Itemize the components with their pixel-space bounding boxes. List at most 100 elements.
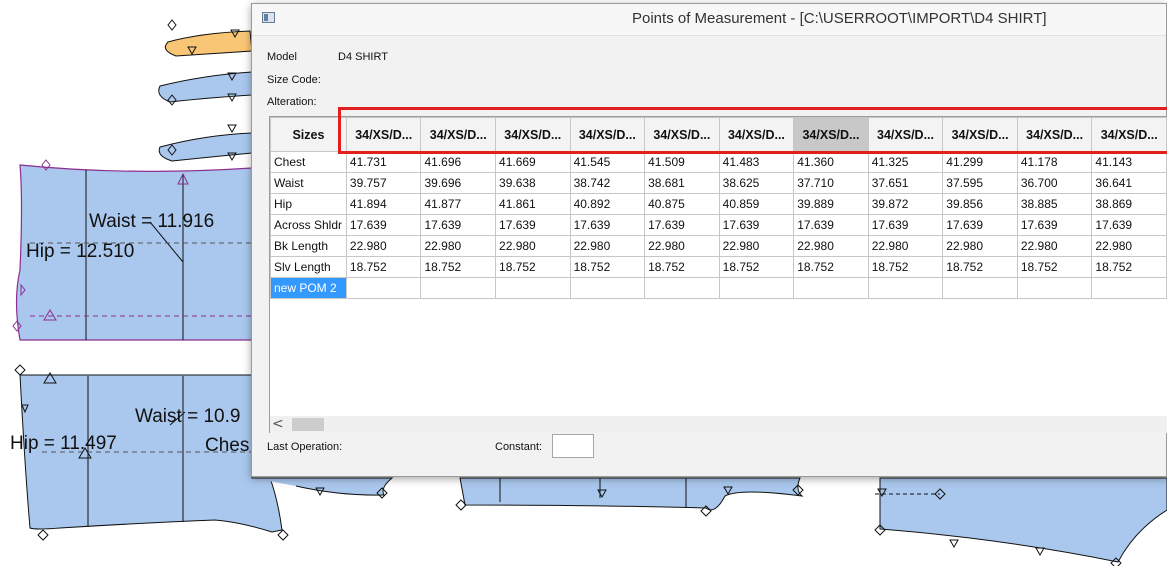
table-cell[interactable] xyxy=(644,277,720,299)
horizontal-scrollbar[interactable]: < xyxy=(270,416,1167,433)
table-cell[interactable]: 22.980 xyxy=(942,235,1018,257)
size-column-header[interactable]: 34/XS/D... xyxy=(1016,117,1093,152)
pattern-piece-yoke[interactable] xyxy=(879,477,1167,563)
table-cell[interactable]: 38.625 xyxy=(718,172,795,194)
table-cell[interactable]: 17.639 xyxy=(345,214,422,236)
table-cell[interactable]: 38.869 xyxy=(1091,193,1167,215)
table-cell[interactable]: 41.299 xyxy=(942,151,1018,173)
table-cell[interactable]: 22.980 xyxy=(495,235,571,257)
table-cell[interactable] xyxy=(495,277,571,299)
table-cell[interactable]: 41.360 xyxy=(793,151,869,173)
size-column-header[interactable]: 34/XS/D... xyxy=(718,117,795,152)
table-cell[interactable]: 18.752 xyxy=(345,256,422,278)
table-cell[interactable]: 38.885 xyxy=(1016,193,1093,215)
table-cell[interactable]: 39.889 xyxy=(793,193,869,215)
table-cell[interactable]: 22.980 xyxy=(867,235,944,257)
table-cell[interactable] xyxy=(1016,277,1093,299)
constant-input[interactable] xyxy=(552,434,594,458)
table-cell[interactable] xyxy=(569,277,646,299)
table-cell[interactable]: 41.545 xyxy=(569,151,646,173)
table-cell[interactable]: 39.757 xyxy=(345,172,422,194)
table-cell[interactable]: 41.509 xyxy=(644,151,720,173)
table-cell[interactable]: 37.710 xyxy=(793,172,869,194)
table-cell[interactable]: 38.742 xyxy=(569,172,646,194)
table-cell[interactable]: 39.696 xyxy=(420,172,497,194)
table-cell[interactable]: 17.639 xyxy=(1016,214,1093,236)
table-cell[interactable]: 18.752 xyxy=(644,256,720,278)
pattern-piece-small[interactable] xyxy=(158,71,253,103)
table-cell[interactable]: 18.752 xyxy=(420,256,497,278)
scrollbar-thumb[interactable] xyxy=(292,418,324,431)
pom-name-cell[interactable]: Across Shldr xyxy=(270,214,347,236)
pom-name-cell[interactable]: Hip xyxy=(270,193,347,215)
size-column-header-selected[interactable]: 34/XS/D... xyxy=(793,117,869,152)
table-cell[interactable] xyxy=(867,277,944,299)
table-cell[interactable]: 17.639 xyxy=(867,214,944,236)
points-of-measurement-dialog[interactable]: Points of Measurement - [C:\USERROOT\IMP… xyxy=(251,3,1167,477)
table-cell[interactable] xyxy=(420,277,497,299)
table-cell[interactable]: 22.980 xyxy=(420,235,497,257)
table-cell[interactable]: 39.856 xyxy=(942,193,1018,215)
size-column-header[interactable]: 34/XS/D... xyxy=(345,117,422,152)
new-pom-row[interactable]: new POM 2 xyxy=(270,277,1167,299)
table-cell[interactable]: 17.639 xyxy=(718,214,795,236)
table-cell[interactable] xyxy=(1091,277,1167,299)
table-cell[interactable]: 41.143 xyxy=(1091,151,1167,173)
table-cell[interactable]: 41.861 xyxy=(495,193,571,215)
table-cell[interactable]: 17.639 xyxy=(569,214,646,236)
table-cell[interactable]: 18.752 xyxy=(867,256,944,278)
size-column-header[interactable]: 34/XS/D... xyxy=(867,117,944,152)
table-cell[interactable]: 18.752 xyxy=(942,256,1018,278)
pom-name-cell[interactable]: Slv Length xyxy=(270,256,347,278)
table-cell[interactable]: 37.595 xyxy=(942,172,1018,194)
table-cell[interactable]: 41.894 xyxy=(345,193,422,215)
table-cell[interactable]: 17.639 xyxy=(495,214,571,236)
table-cell[interactable]: 17.639 xyxy=(644,214,720,236)
new-pom-cell[interactable]: new POM 2 xyxy=(270,277,347,299)
table-cell[interactable] xyxy=(718,277,795,299)
table-cell[interactable]: 18.752 xyxy=(1091,256,1167,278)
table-cell[interactable]: 18.752 xyxy=(1016,256,1093,278)
table-cell[interactable]: 40.859 xyxy=(718,193,795,215)
table-cell[interactable]: 17.639 xyxy=(793,214,869,236)
table-cell[interactable]: 41.325 xyxy=(867,151,944,173)
dialog-titlebar[interactable]: Points of Measurement - [C:\USERROOT\IMP… xyxy=(252,4,1166,36)
table-cell[interactable] xyxy=(942,277,1018,299)
table-cell[interactable]: 41.877 xyxy=(420,193,497,215)
table-cell[interactable]: 41.696 xyxy=(420,151,497,173)
measurement-grid[interactable]: Sizes 34/XS/D... 34/XS/D... 34/XS/D... 3… xyxy=(269,116,1167,433)
table-cell[interactable]: 22.980 xyxy=(569,235,646,257)
pom-name-cell[interactable]: Waist xyxy=(270,172,347,194)
size-column-header[interactable]: 34/XS/D... xyxy=(1091,117,1167,152)
table-cell[interactable]: 22.980 xyxy=(345,235,422,257)
table-cell[interactable]: 18.752 xyxy=(718,256,795,278)
scroll-left-icon[interactable]: < xyxy=(272,416,284,433)
table-cell[interactable]: 40.892 xyxy=(569,193,646,215)
table-cell[interactable]: 22.980 xyxy=(718,235,795,257)
table-cell[interactable]: 36.700 xyxy=(1016,172,1093,194)
table-cell[interactable]: 37.651 xyxy=(867,172,944,194)
table-cell[interactable] xyxy=(793,277,869,299)
size-column-header[interactable]: 34/XS/D... xyxy=(420,117,497,152)
table-cell[interactable]: 18.752 xyxy=(495,256,571,278)
pom-name-cell[interactable]: Bk Length xyxy=(270,235,347,257)
table-cell[interactable]: 18.752 xyxy=(793,256,869,278)
size-column-header[interactable]: 34/XS/D... xyxy=(644,117,720,152)
table-cell[interactable] xyxy=(345,277,422,299)
table-cell[interactable]: 36.641 xyxy=(1091,172,1167,194)
table-cell[interactable]: 41.483 xyxy=(718,151,795,173)
table-cell[interactable]: 41.731 xyxy=(345,151,422,173)
table-cell[interactable]: 22.980 xyxy=(1091,235,1167,257)
table-cell[interactable]: 39.638 xyxy=(495,172,571,194)
table-cell[interactable]: 40.875 xyxy=(644,193,720,215)
size-column-header[interactable]: 34/XS/D... xyxy=(942,117,1018,152)
table-cell[interactable]: 39.872 xyxy=(867,193,944,215)
pom-name-cell[interactable]: Chest xyxy=(270,151,347,173)
table-cell[interactable]: 22.980 xyxy=(1016,235,1093,257)
pattern-piece-small-selected[interactable] xyxy=(164,30,253,57)
table-cell[interactable]: 17.639 xyxy=(420,214,497,236)
table-cell[interactable]: 18.752 xyxy=(569,256,646,278)
table-cell[interactable]: 22.980 xyxy=(793,235,869,257)
table-cell[interactable]: 38.681 xyxy=(644,172,720,194)
pattern-piece-sleeve[interactable] xyxy=(459,477,804,511)
